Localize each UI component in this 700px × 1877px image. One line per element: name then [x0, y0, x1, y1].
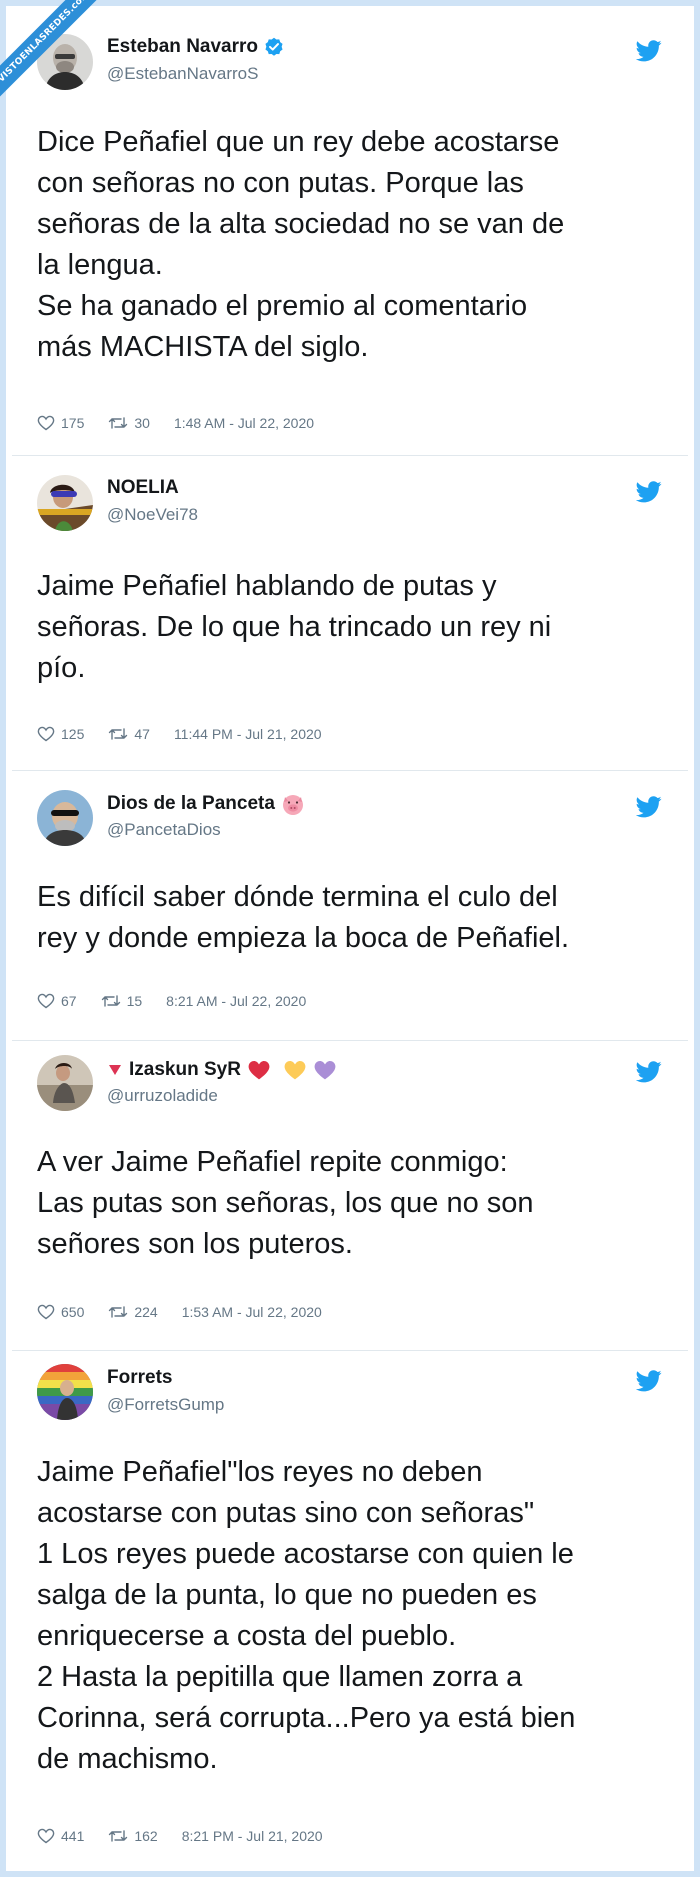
user-handle[interactable]: @PancetaDios [107, 820, 221, 840]
like-heart-icon[interactable] [37, 993, 55, 1009]
like-heart-icon[interactable] [37, 415, 55, 431]
retweet-icon[interactable] [108, 415, 128, 431]
tweet-4: Izaskun SyR @urruzoladide A ver Jaime Pe… [0, 1040, 700, 1350]
red-heart-icon [247, 1058, 271, 1082]
twitter-bird-icon[interactable] [636, 481, 662, 503]
like-count: 441 [61, 1828, 85, 1844]
pig-face-icon [282, 795, 303, 815]
tweet-2: NOELIA @NoeVei78 Jaime Peñafiel hablando… [0, 455, 700, 770]
user-handle[interactable]: @urruzoladide [107, 1086, 218, 1106]
like-heart-icon[interactable] [37, 726, 55, 742]
tweet-5: Forrets @ForretsGump Jaime Peñafiel"los … [0, 1350, 700, 1870]
red-triangle-icon [109, 1065, 121, 1075]
user-handle[interactable]: @ForretsGump [107, 1395, 224, 1415]
tweet-timestamp[interactable]: 8:21 PM - Jul 21, 2020 [182, 1828, 323, 1844]
display-name[interactable]: Izaskun SyR [129, 1059, 241, 1081]
retweet-icon[interactable] [108, 726, 128, 742]
tweet-meta: 67 15 8:21 AM - Jul 22, 2020 [37, 993, 306, 1009]
display-name[interactable]: Forrets [107, 1367, 172, 1389]
tweet-meta: 650 224 1:53 AM - Jul 22, 2020 [37, 1304, 322, 1320]
like-heart-icon[interactable] [37, 1828, 55, 1844]
twitter-bird-icon[interactable] [636, 40, 662, 62]
avatar[interactable] [37, 475, 93, 531]
avatar[interactable] [37, 1055, 93, 1111]
tweet-meta: 441 162 8:21 PM - Jul 21, 2020 [37, 1828, 323, 1844]
tweet-timestamp[interactable]: 1:48 AM - Jul 22, 2020 [174, 415, 314, 431]
tweet-meta: 125 47 11:44 PM - Jul 21, 2020 [37, 726, 322, 742]
yellow-heart-icon [283, 1058, 307, 1082]
twitter-bird-icon[interactable] [636, 1061, 662, 1083]
tweet-text: Es difícil saber dónde termina el culo d… [37, 881, 570, 954]
avatar[interactable] [37, 790, 93, 846]
twitter-bird-icon[interactable] [636, 796, 662, 818]
like-count: 125 [61, 726, 85, 742]
display-name[interactable]: Dios de la Panceta [107, 793, 275, 815]
purple-heart-icon [313, 1058, 337, 1082]
tweet-text: A ver Jaime Peñafiel repite conmigo: Las… [37, 1146, 534, 1260]
tweet-text: Jaime Peñafiel hablando de putas y señor… [37, 570, 552, 684]
display-name[interactable]: Esteban Navarro [107, 36, 258, 58]
tweet-timestamp[interactable]: 1:53 AM - Jul 22, 2020 [182, 1304, 322, 1320]
verified-badge-icon [264, 37, 284, 57]
retweet-count: 47 [134, 726, 150, 742]
watermark-ribbon: VISTOENLASREDES.com [0, 0, 120, 120]
retweet-count: 162 [134, 1828, 158, 1844]
tweet-3: Dios de la Panceta @PancetaDios Es difíc… [0, 770, 700, 1040]
twitter-bird-icon[interactable] [636, 1370, 662, 1392]
tweet-timestamp[interactable]: 11:44 PM - Jul 21, 2020 [174, 726, 322, 742]
retweet-count: 15 [126, 993, 143, 1009]
user-handle[interactable]: @EstebanNavarroS [107, 64, 258, 84]
like-heart-icon[interactable] [37, 1304, 55, 1320]
retweet-count: 224 [134, 1304, 158, 1320]
like-count: 650 [61, 1304, 85, 1320]
retweet-count: 30 [134, 415, 150, 431]
avatar[interactable] [37, 1364, 93, 1420]
user-handle[interactable]: @NoeVei78 [107, 505, 198, 525]
tweet-text: Dice Peñafiel que un rey debe acostarse … [37, 126, 565, 363]
display-name[interactable]: NOELIA [107, 477, 179, 499]
retweet-icon[interactable] [108, 1304, 128, 1320]
watermark-text: VISTOENLASREDES.com [0, 0, 109, 102]
tweet-timestamp[interactable]: 8:21 AM - Jul 22, 2020 [166, 993, 306, 1009]
like-count: 175 [61, 415, 85, 431]
retweet-icon[interactable] [108, 1828, 128, 1844]
tweet-meta: 175 30 1:48 AM - Jul 22, 2020 [37, 415, 314, 431]
like-count: 67 [61, 993, 77, 1009]
tweet-text: Jaime Peñafiel"los reyes no deben acosta… [37, 1456, 576, 1775]
retweet-icon[interactable] [101, 993, 121, 1009]
